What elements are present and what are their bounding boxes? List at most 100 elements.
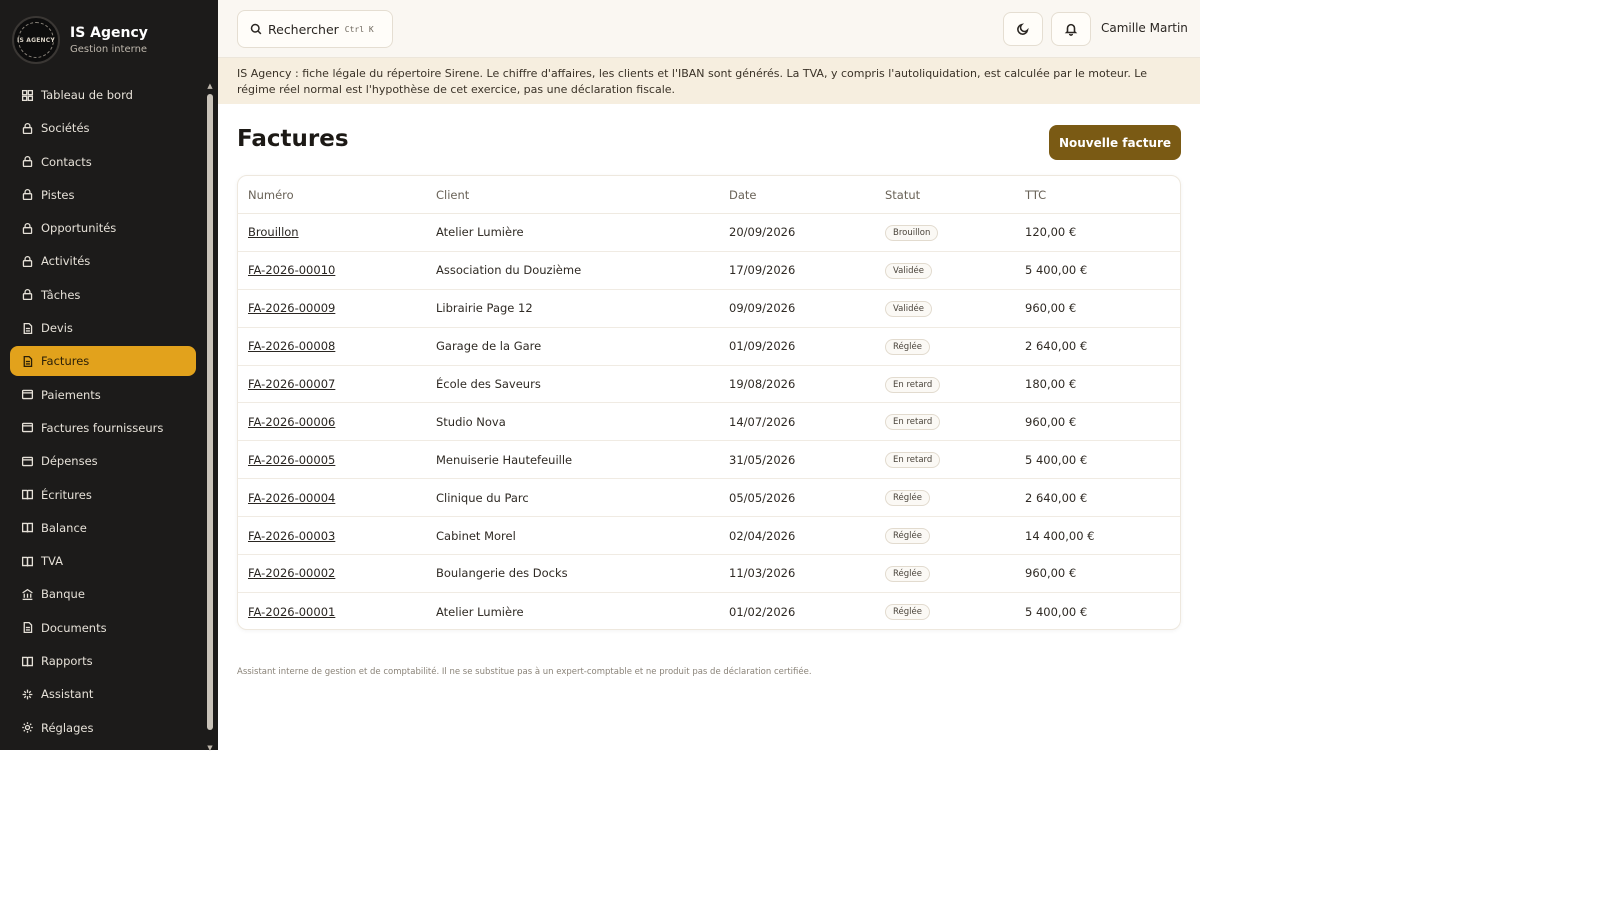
lock-icon	[20, 221, 34, 235]
cell-date: 17/09/2026	[729, 263, 796, 278]
invoice-link[interactable]: FA-2026-00006	[248, 415, 335, 429]
invoice-link[interactable]: Brouillon	[248, 225, 299, 239]
brand[interactable]: IS AGENCY IS Agency Gestion interne	[0, 0, 218, 80]
sidebar-item-factures[interactable]: Factures	[10, 346, 196, 377]
logo-text: IS AGENCY	[17, 36, 55, 44]
brand-text: IS Agency Gestion interne	[70, 25, 148, 55]
sidebar-item-balance[interactable]: Balance	[10, 513, 196, 543]
sidebar-item-societes[interactable]: Sociétés	[10, 113, 196, 143]
table-row[interactable]: FA-2026-00007 École des Saveurs 19/08/2026…	[238, 366, 1180, 404]
cell-client: Clinique du Parc	[436, 490, 529, 505]
gear-icon	[20, 721, 34, 735]
table-row[interactable]: Brouillon Atelier Lumière 20/09/2026 Brouil…	[238, 214, 1180, 252]
search-button[interactable]: Rechercher Ctrl K	[237, 10, 393, 48]
sidebar-item-label: Balance	[41, 520, 87, 535]
sidebar-item-tva[interactable]: TVA	[10, 546, 196, 576]
table-row[interactable]: FA-2026-00005 Menuiserie Hautefeuille 31/0…	[238, 441, 1180, 480]
column-header-ttc[interactable]: TTC	[1025, 188, 1180, 202]
sidebar-item-paiements[interactable]: Paiements	[10, 380, 196, 410]
cell-statut: Validée	[885, 262, 1025, 279]
search-shortcut: Ctrl K	[344, 24, 374, 34]
cell-numero: FA-2026-00009	[238, 301, 436, 315]
cell-statut: Réglée	[885, 527, 1025, 545]
sidebar-item-banque[interactable]: Banque	[10, 579, 196, 609]
table-row[interactable]: FA-2026-00004 Clinique du Parc 05/05/2026 R…	[238, 479, 1180, 518]
table-row[interactable]: FA-2026-00001 Atelier Lumière 01/02/2026 Ré…	[238, 593, 1180, 629]
new-invoice-button[interactable]: Nouvelle facture	[1049, 125, 1181, 160]
cell-client: Garage de la Gare	[436, 339, 542, 354]
cell-ttc: 120,00 €	[1025, 225, 1077, 240]
cell-date: 14/07/2026	[729, 414, 796, 429]
cell-ttc: 5 400,00 €	[1025, 452, 1088, 467]
column-header-statut[interactable]: Statut	[885, 188, 1025, 202]
sidebar-item-contacts[interactable]: Contacts	[10, 147, 196, 177]
cell-date: 09/09/2026	[729, 301, 796, 316]
status-badge: Brouillon	[885, 224, 939, 241]
column-header-date[interactable]: Date	[729, 188, 885, 202]
status-badge: Validée	[885, 262, 932, 279]
cell-numero: FA-2026-00010	[238, 263, 436, 277]
sidebar-item-assistant[interactable]: Assistant	[10, 679, 196, 709]
brand-name: IS Agency	[70, 25, 148, 41]
theme-toggle-button[interactable]	[1003, 12, 1043, 46]
book-icon	[20, 654, 34, 668]
sidebar-item-factures-fournisseurs[interactable]: Factures fournisseurs	[10, 413, 196, 443]
sidebar-item-ecritures[interactable]: Écritures	[10, 480, 196, 510]
table-row[interactable]: FA-2026-00002 Boulangerie des Docks 11/03/…	[238, 555, 1180, 593]
user-menu[interactable]: Camille Martin	[1101, 21, 1188, 35]
invoice-link[interactable]: FA-2026-00004	[248, 491, 335, 505]
sidebar-item-taches[interactable]: Tâches	[10, 280, 196, 310]
sidebar-item-label: Tâches	[41, 287, 81, 302]
column-header-client[interactable]: Client	[436, 188, 729, 202]
notifications-button[interactable]	[1051, 12, 1091, 46]
sidebar-item-opportunites[interactable]: Opportunités	[10, 213, 196, 243]
invoice-link[interactable]: FA-2026-00010	[248, 263, 335, 277]
sidebar-scrollbar[interactable]: ▲ ▼	[206, 82, 214, 752]
book-icon	[20, 554, 34, 568]
invoice-link[interactable]: FA-2026-00002	[248, 566, 335, 580]
sidebar-item-documents[interactable]: Documents	[10, 613, 196, 643]
sidebar-item-label: Tableau de bord	[41, 88, 133, 102]
invoice-link[interactable]: FA-2026-00008	[248, 339, 335, 353]
page-title: Factures	[237, 126, 349, 152]
invoice-link[interactable]: FA-2026-00007	[248, 377, 335, 391]
sidebar-item-reglages[interactable]: Réglages	[10, 713, 196, 743]
cell-numero: FA-2026-00005	[238, 453, 436, 467]
lock-icon	[20, 254, 34, 268]
table-row[interactable]: FA-2026-00010 Association du Douzième 17/0…	[238, 252, 1180, 290]
cell-numero: FA-2026-00006	[238, 415, 436, 429]
scroll-down-arrow-icon[interactable]: ▼	[206, 744, 214, 752]
table-row[interactable]: FA-2026-00009 Librairie Page 12 09/09/2026…	[238, 290, 1180, 328]
sidebar-item-label: Devis	[41, 321, 73, 336]
sidebar-item-pistes[interactable]: Pistes	[10, 180, 196, 210]
cell-date: 31/05/2026	[729, 452, 796, 467]
sidebar-item-rapports[interactable]: Rapports	[10, 646, 196, 676]
bank-icon	[20, 587, 34, 601]
invoice-link[interactable]: FA-2026-00005	[248, 453, 335, 467]
invoice-link[interactable]: FA-2026-00001	[248, 605, 335, 619]
table-row[interactable]: FA-2026-00006 Studio Nova 14/07/2026 En ret…	[238, 403, 1180, 442]
cell-client: Association du Douzième	[436, 263, 582, 278]
sidebar-item-activites[interactable]: Activités	[10, 246, 196, 276]
column-header-numero[interactable]: Numéro	[238, 188, 436, 202]
sidebar-item-label: Activités	[41, 254, 91, 269]
sidebar-item-label: Rapports	[41, 654, 93, 669]
scroll-thumb[interactable]	[207, 94, 213, 730]
invoice-link[interactable]: FA-2026-00003	[248, 529, 335, 543]
cell-client: Atelier Lumière	[436, 604, 524, 619]
cell-ttc: 5 400,00 €	[1025, 263, 1088, 278]
table-row[interactable]: FA-2026-00003 Cabinet Morel 02/04/2026 Régl…	[238, 517, 1180, 556]
sidebar-item-tableau-de-bord[interactable]: Tableau de bord	[10, 80, 196, 110]
sidebar-item-devis[interactable]: Devis	[10, 313, 196, 343]
sidebar-item-depenses[interactable]: Dépenses	[10, 446, 196, 476]
status-badge: Réglée	[885, 490, 930, 507]
scroll-up-arrow-icon[interactable]: ▲	[206, 82, 214, 90]
cell-numero: FA-2026-00003	[238, 529, 436, 543]
cell-date: 01/02/2026	[729, 604, 796, 619]
invoice-link[interactable]: FA-2026-00009	[248, 301, 335, 315]
table-row[interactable]: FA-2026-00008 Garage de la Gare 01/09/2026…	[238, 328, 1180, 366]
sidebar-nav: Tableau de bord Sociétés Contacts Pistes Opp…	[10, 80, 196, 746]
cell-client: Atelier Lumière	[436, 225, 524, 240]
status-badge: En retard	[885, 376, 941, 393]
sparkle-icon	[20, 687, 34, 701]
